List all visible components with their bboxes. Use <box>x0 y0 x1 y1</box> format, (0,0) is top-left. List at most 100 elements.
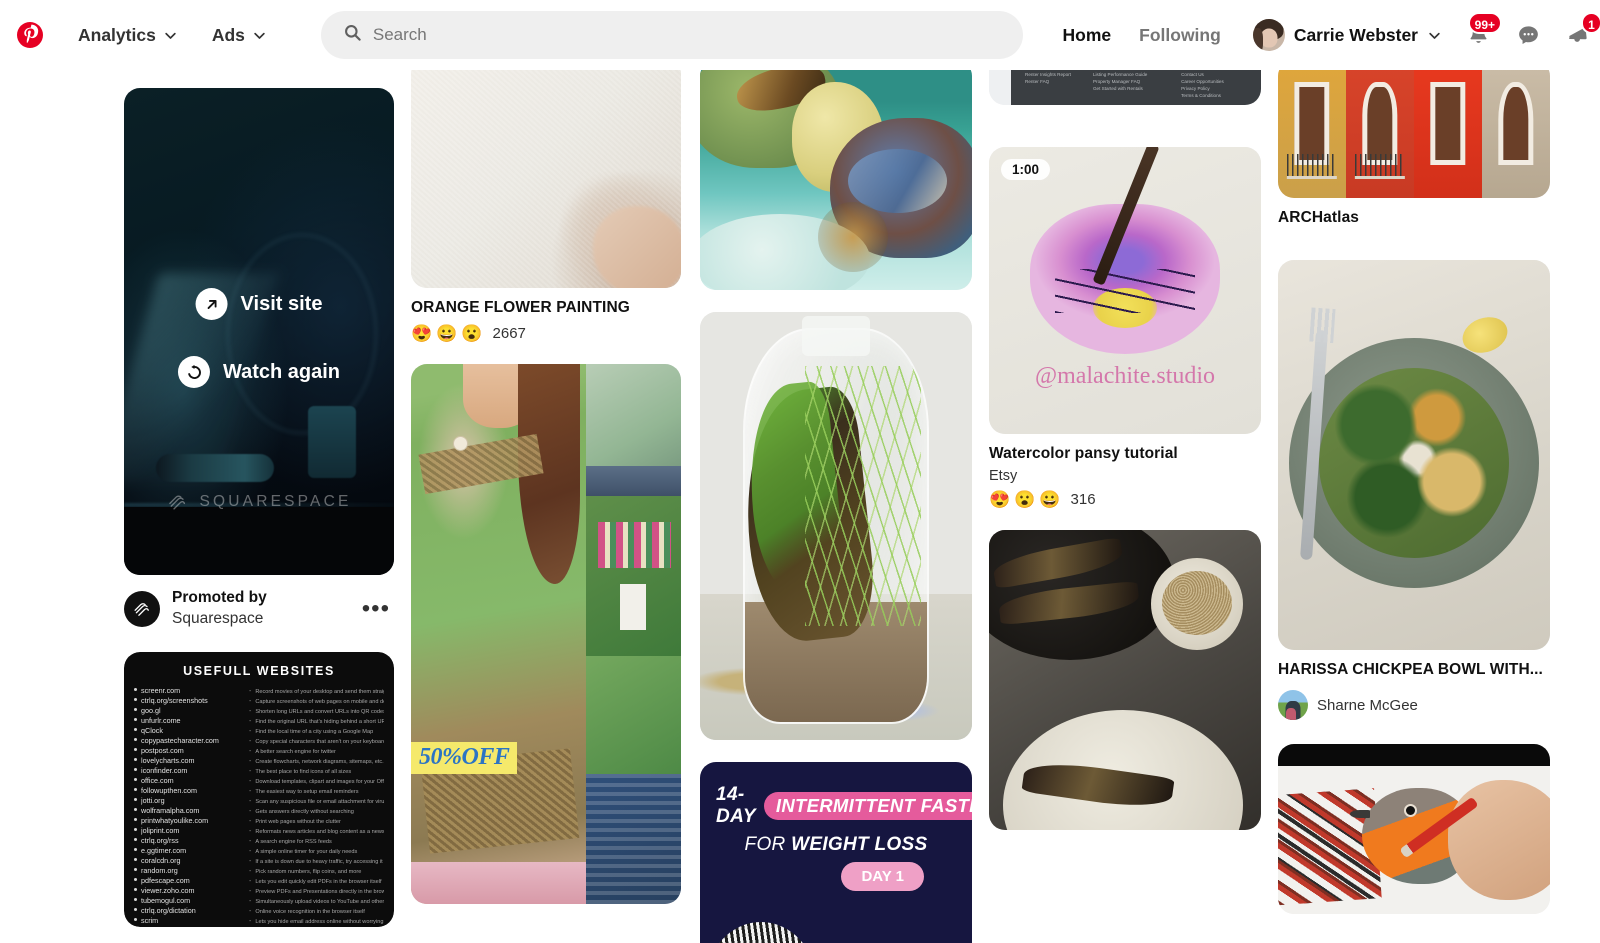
infographic-dash: - <box>249 897 252 905</box>
notifications-bell-icon[interactable]: 99+ <box>1456 12 1502 57</box>
robin-drawing-image[interactable] <box>1278 744 1550 915</box>
infographic-desc: Simultaneously upload videos to YouTube … <box>255 898 384 905</box>
window-frame <box>1294 82 1330 165</box>
infographic-site: pdfescape.com <box>141 875 190 885</box>
pin-eggplant-sesame[interactable] <box>989 530 1261 831</box>
pin-feed[interactable]: Visit site Watch again SQUARESPACE Promo… <box>0 0 1600 943</box>
pinterest-logo-icon[interactable] <box>8 13 52 57</box>
account-menu[interactable]: Carrie Webster <box>1245 14 1450 56</box>
collage-photo-4 <box>586 656 681 775</box>
infographic-desc: Record movies of your desktop and send t… <box>255 688 384 695</box>
balcony-rail <box>1354 153 1406 179</box>
reaction-surprised-icon[interactable]: 😮 <box>1014 491 1035 508</box>
infographic-row: tubemogul.com - Simultaneously upload vide… <box>134 896 384 905</box>
nav-link-home[interactable]: Home <box>1049 17 1126 54</box>
plaster-texture <box>411 58 681 288</box>
pin-sweater-collage[interactable]: 50%OFF <box>411 364 681 905</box>
bullet-dot-icon <box>134 737 137 741</box>
infographic-row: unfurlr.come - Find the original URL that'… <box>134 716 384 725</box>
bullet-dot-icon <box>134 697 137 701</box>
bullet-dot-icon <box>134 877 137 881</box>
nav-ads-label: Ads <box>211 24 245 45</box>
infographic-row: joliprint.com - Reformats news articles an… <box>134 826 384 835</box>
nav-ads-dropdown[interactable]: Ads <box>204 19 275 52</box>
pin-orange-flower-painting[interactable]: ORANGE FLOWER PAINTING 😍 😀 😮 2667 <box>411 58 681 342</box>
watercolor-pansy-image[interactable]: 1:00 @malachite.studio <box>989 147 1261 434</box>
squarespace-avatar-icon[interactable] <box>124 590 160 627</box>
fasting-graphic: 14-DAY INTERMITTENT FASTING FOR WEIGHT L… <box>700 762 972 943</box>
pin-robin-pencil-drawing[interactable] <box>1278 744 1550 915</box>
footer-link: Terms & Conditions <box>1181 93 1221 99</box>
replay-circle-icon <box>177 356 210 388</box>
sweater-collage-image[interactable]: 50%OFF <box>411 364 681 905</box>
infographic-row: e.ggtimer.com - A simple online timer for … <box>134 846 384 855</box>
visit-site-button[interactable]: Visit site <box>195 288 322 320</box>
useful-websites-image[interactable]: USEFULL WEBSITES screenr.com - Record movi… <box>124 651 394 927</box>
collage-photo-3 <box>586 496 681 657</box>
reaction-heart-icon[interactable]: 😍 <box>989 491 1010 508</box>
infographic-row: printwhatyoulike.com - Print web pages wit… <box>134 816 384 825</box>
pin-harissa-chickpea-bowl[interactable]: HARISSA CHICKPEA BOWL WITH... Sharne McG… <box>1278 260 1550 721</box>
infographic-desc: Online voice recognition in the browser … <box>255 908 365 915</box>
watch-again-button[interactable]: Watch again <box>177 356 341 388</box>
fasting-subtitle-a: FOR <box>744 834 792 855</box>
infographic-desc: Lets you hide email address online witho… <box>255 918 384 925</box>
orange-flower-painting-image[interactable] <box>411 58 681 288</box>
nav-analytics-label: Analytics <box>78 24 156 45</box>
chevron-down-icon <box>1427 28 1442 43</box>
promoted-video-card[interactable]: Visit site Watch again SQUARESPACE <box>124 88 394 575</box>
eggplant-sesame-image[interactable] <box>989 530 1261 831</box>
inner-shirt <box>620 584 646 631</box>
infographic-dash: - <box>249 837 252 845</box>
pin-terrarium-vase[interactable] <box>700 312 972 740</box>
glass-vase <box>743 328 929 724</box>
pin-useful-websites[interactable]: USEFULL WEBSITES screenr.com - Record movi… <box>124 651 394 927</box>
reaction-grinning-icon[interactable]: 😀 <box>436 325 457 342</box>
footer-link: Listing Performance Guide <box>1092 72 1148 78</box>
promoted-pin-squarespace[interactable]: Visit site Watch again SQUARESPACE Promo… <box>124 88 394 630</box>
archatlas-image[interactable] <box>1278 60 1550 198</box>
infographic-site: tubemogul.com <box>141 895 191 905</box>
infographic-desc: Pick random numbers, flip coins, and mor… <box>255 868 362 875</box>
reaction-row[interactable]: 😍 😀 😮 2667 <box>411 325 681 342</box>
nav-link-following[interactable]: Following <box>1125 17 1235 54</box>
infographic-row: ctrlq.org/screenshots - Capture screenshot… <box>134 696 384 705</box>
fasting-day-badge: DAY 1 <box>841 862 924 891</box>
reaction-heart-icon[interactable]: 😍 <box>411 325 432 342</box>
infographic-row: jotti.org - Scan any suspicious file or em… <box>134 796 384 805</box>
bullet-dot-icon <box>134 867 137 871</box>
search-input[interactable] <box>320 11 1023 59</box>
pin-intermittent-fasting[interactable]: 14-DAY INTERMITTENT FASTING FOR WEIGHT L… <box>700 762 972 943</box>
pin-archatlas[interactable]: ARCHatlas <box>1278 60 1550 228</box>
intermittent-fasting-image[interactable]: 14-DAY INTERMITTENT FASTING FOR WEIGHT L… <box>700 762 972 943</box>
search-container[interactable] <box>320 11 1023 59</box>
feed-column-3: 14-DAY INTERMITTENT FASTING FOR WEIGHT L… <box>700 60 972 943</box>
avatar-child <box>1285 708 1296 721</box>
pin-watercolor-pansy[interactable]: 1:00 @malachite.studio Watercolor pansy … <box>989 147 1261 508</box>
pin-author[interactable]: Sharne McGee <box>1278 690 1550 721</box>
author-avatar <box>1278 690 1308 721</box>
reaction-surprised-icon[interactable]: 😮 <box>461 325 482 342</box>
bullet-dot-icon <box>134 707 137 711</box>
fasting-title-pill: INTERMITTENT FASTING <box>763 792 972 820</box>
infographic-site: office.com <box>141 775 174 785</box>
feed-column-2: ORANGE FLOWER PAINTING 😍 😀 😮 2667 50%OFF <box>411 58 681 926</box>
nav-analytics-dropdown[interactable]: Analytics <box>70 19 186 52</box>
terrarium-vase-image[interactable] <box>700 312 972 740</box>
overflow-menu-icon[interactable]: ••• <box>358 596 394 621</box>
coral-reef-image[interactable] <box>700 60 972 290</box>
infographic-row: iconfinder.com - The best place to find ic… <box>134 766 384 775</box>
infographic-site: ctrlq.org/rss <box>141 835 179 845</box>
watch-again-label: Watch again <box>222 360 341 383</box>
ads-megaphone-icon[interactable]: 1 <box>1556 12 1600 57</box>
infographic-row: postpost.com - A better search engine for … <box>134 746 384 755</box>
reaction-grinning-icon[interactable]: 😀 <box>1039 491 1060 508</box>
reaction-row[interactable]: 😍 😮 😀 316 <box>989 491 1261 508</box>
infographic-row: lovelycharts.com - Create flowcharts, netw… <box>134 756 384 765</box>
infographic-row: scrim - Lets you hide email address online… <box>134 916 384 925</box>
messages-chat-icon[interactable] <box>1506 13 1550 57</box>
infographic-site: e.ggtimer.com <box>141 845 187 855</box>
pin-coral-reef[interactable] <box>700 60 972 290</box>
video-ring-shape <box>226 234 377 435</box>
harissa-bowl-image[interactable] <box>1278 260 1550 651</box>
